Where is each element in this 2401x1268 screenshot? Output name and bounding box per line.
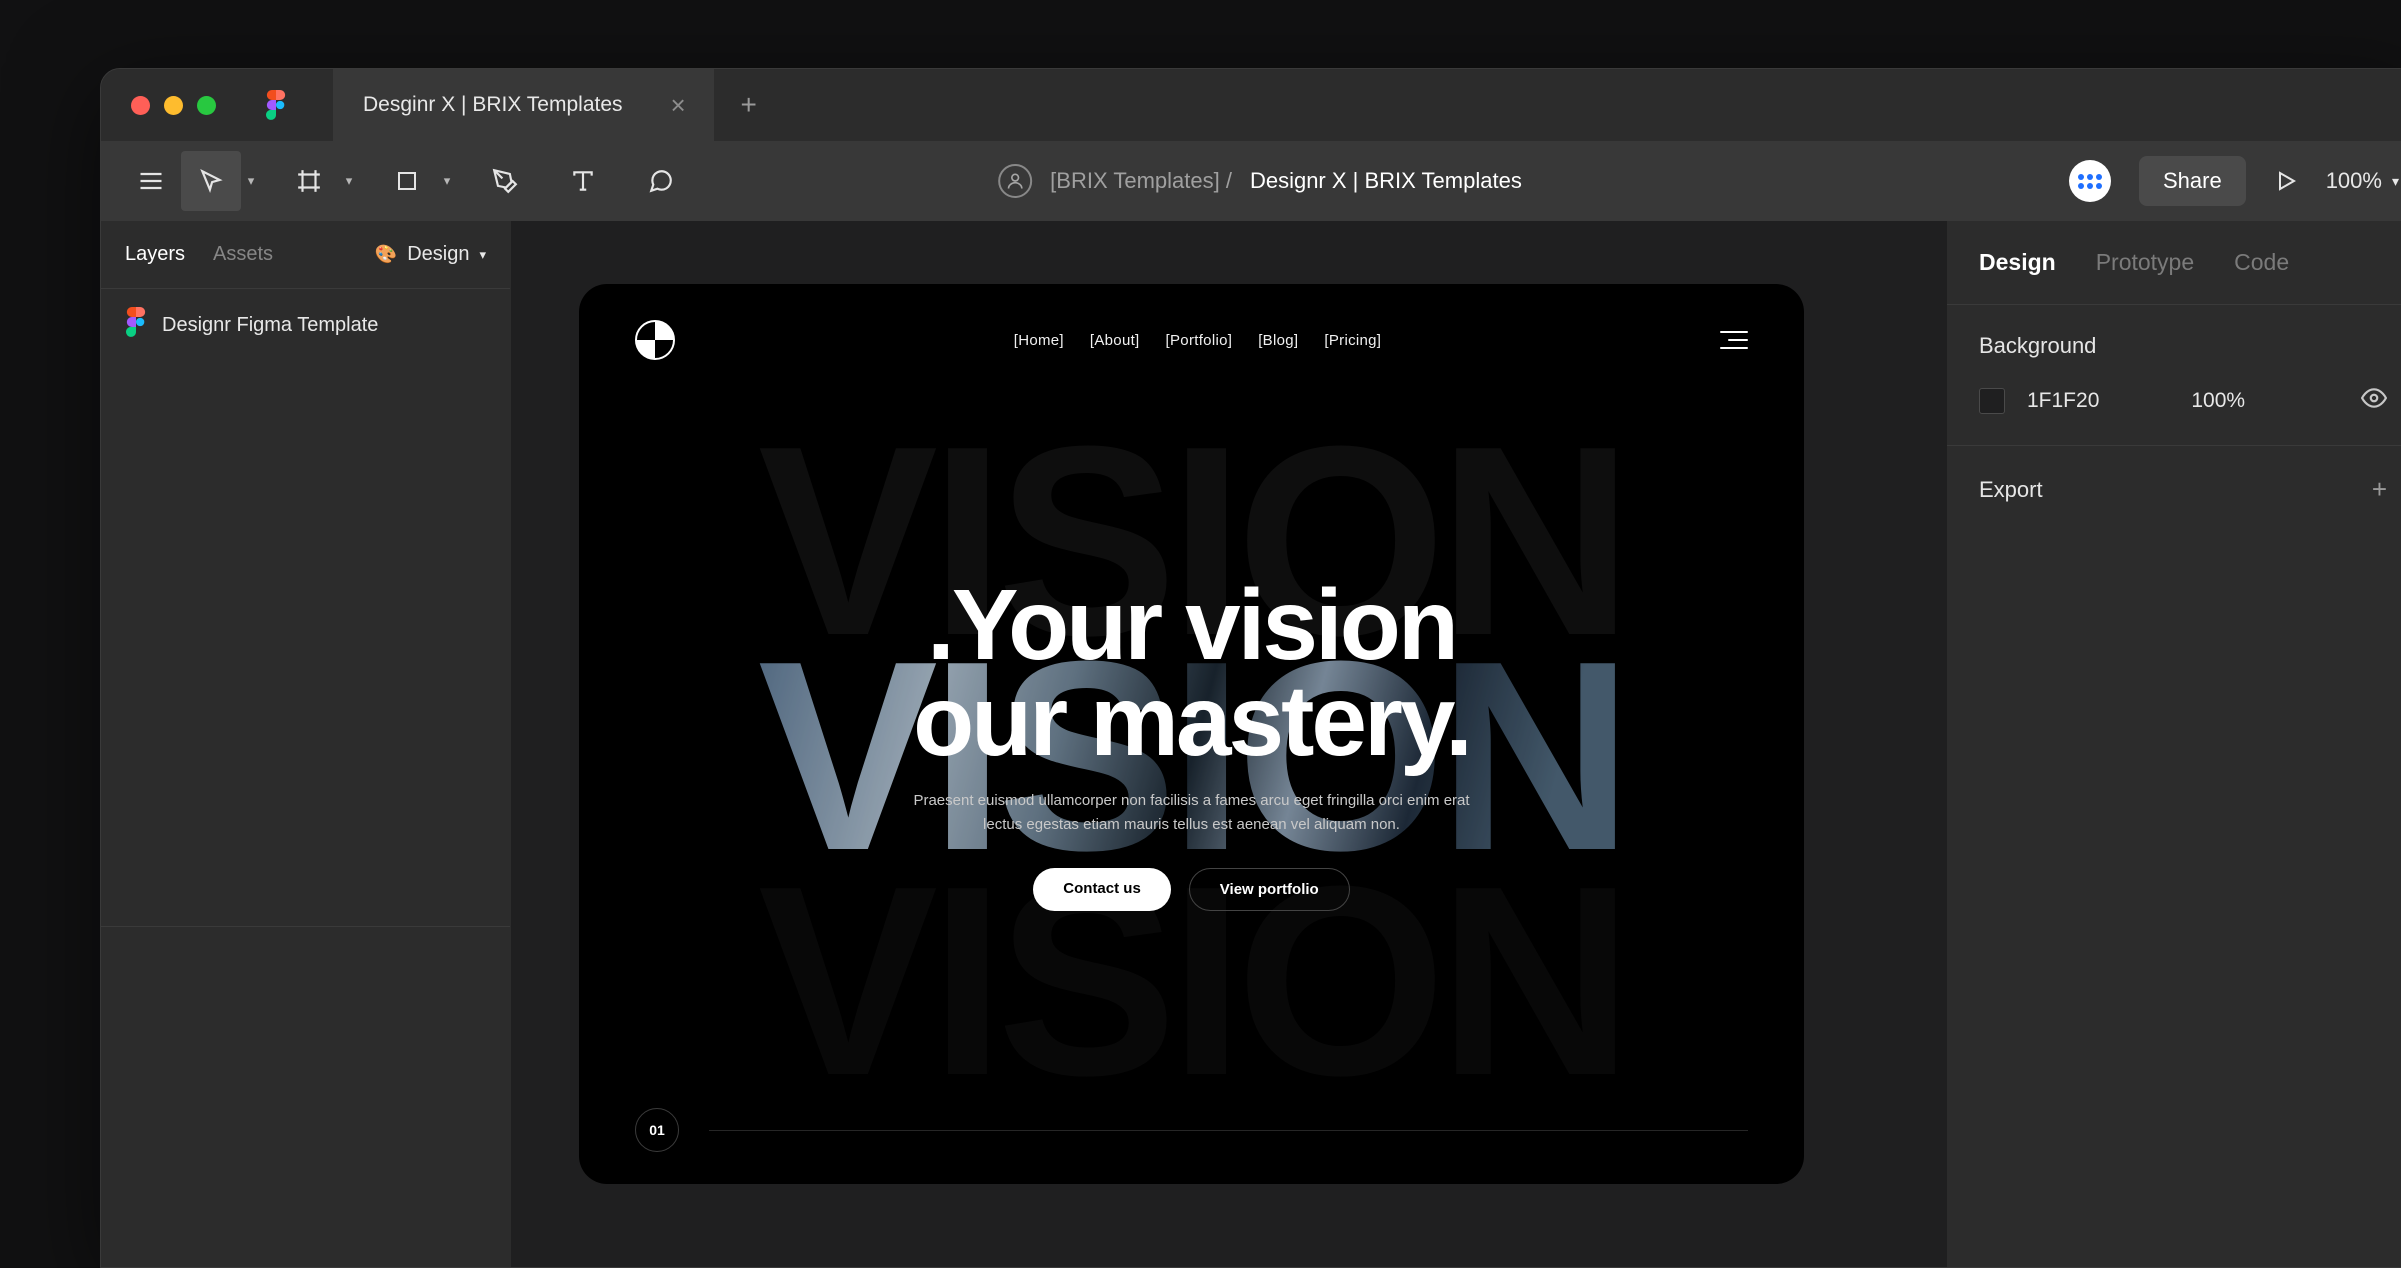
page-dropdown[interactable]: 🎨 Design ▾ [375,243,486,266]
frame-tool[interactable] [279,151,339,211]
chevron-down-icon: ▾ [479,247,486,263]
hero-title-line2: our mastery. [913,673,1470,769]
right-panel-tabs: Design Prototype Code [1947,221,2401,305]
file-tab-title: Desginr X | BRIX Templates [363,93,623,117]
left-panel-tabs: Layers Assets 🎨 Design ▾ [101,221,510,289]
project-name: [BRIX Templates] / [1050,168,1232,194]
new-tab-button[interactable]: + [714,69,784,141]
main-area: Layers Assets 🎨 Design ▾ Designr Figma T… [101,221,2401,1267]
zoom-dropdown[interactable]: 100% ▾ [2326,168,2399,194]
toolbar-left: ▾ ▾ ▾ [121,151,691,211]
panel-divider [101,926,510,927]
background-color-row: 1F1F20 100% [1979,385,2387,417]
figma-logo-icon[interactable] [261,90,291,120]
color-swatch[interactable] [1979,388,2005,414]
hero-title: .Your vision our mastery. [913,577,1470,769]
toolbar-right: Share 100% ▾ [2069,156,2399,206]
close-tab-icon[interactable]: × [671,92,686,118]
owner-avatar-icon [998,164,1032,198]
background-section: Background 1F1F20 100% [1947,305,2401,446]
visibility-toggle-icon[interactable] [2361,385,2387,417]
hero: .Your vision our mastery. Praesent euism… [579,304,1804,1184]
share-button[interactable]: Share [2139,156,2246,206]
move-tool-caret[interactable]: ▾ [241,151,261,211]
hero-subtitle: Praesent euismod ullamcorper non facilis… [907,789,1477,836]
cta-portfolio-button[interactable]: View portfolio [1189,868,1350,911]
text-tool[interactable] [553,151,613,211]
color-hex[interactable]: 1F1F20 [2027,389,2099,413]
layers-list: Designr Figma Template [101,289,510,1267]
present-button[interactable] [2274,169,2298,193]
tab-design[interactable]: Design [1979,249,2056,276]
palette-icon: 🎨 [375,244,397,265]
toolbar-title[interactable]: [BRIX Templates] / Designr X | BRIX Templ… [998,164,1522,198]
slide-track [709,1130,1748,1131]
shape-tool-caret[interactable]: ▾ [437,151,457,211]
tab-assets[interactable]: Assets [213,243,273,266]
figma-file-icon [125,307,147,343]
cta-contact-button[interactable]: Contact us [1033,868,1171,911]
add-export-button[interactable]: + [2372,474,2387,505]
toolbar: ▾ ▾ ▾ [101,141,2401,221]
export-section: Export + [1947,446,2401,533]
main-menu-button[interactable] [121,151,181,211]
tab-strip: Desginr X | BRIX Templates × + [333,69,784,141]
move-tool[interactable] [181,151,241,211]
layer-row[interactable]: Designr Figma Template [101,289,510,361]
chevron-down-icon: ▾ [2392,173,2399,190]
slide-indicator: 01 [635,1108,679,1152]
user-avatar[interactable] [2069,160,2111,202]
tab-prototype[interactable]: Prototype [2096,249,2194,276]
figma-window: Desginr X | BRIX Templates × + ▾ ▾ [100,68,2401,1268]
titlebar: Desginr X | BRIX Templates × + [101,69,2401,141]
hero-title-line1: .Your vision [913,577,1470,673]
page-dropdown-label: Design [407,243,469,266]
color-opacity[interactable]: 100% [2191,389,2245,413]
window-minimize[interactable] [164,96,183,115]
file-name: Designr X | BRIX Templates [1250,168,1522,194]
zoom-value: 100% [2326,168,2382,194]
layer-name: Designr Figma Template [162,314,378,337]
comment-tool[interactable] [631,151,691,211]
window-maximize[interactable] [197,96,216,115]
hero-cta-row: Contact us View portfolio [1033,868,1349,911]
background-title: Background [1979,333,2387,359]
pen-tool[interactable] [475,151,535,211]
shape-tool[interactable] [377,151,437,211]
window-close[interactable] [131,96,150,115]
tab-code[interactable]: Code [2234,249,2289,276]
window-controls [101,96,216,115]
file-tab[interactable]: Desginr X | BRIX Templates × [333,69,714,141]
export-title: Export [1979,477,2043,503]
left-panel: Layers Assets 🎨 Design ▾ Designr Figma T… [101,221,511,1267]
frame-tool-caret[interactable]: ▾ [339,151,359,211]
slide-indicator-row: 01 [635,1108,1748,1152]
artboard[interactable]: [Home] [About] [Portfolio] [Blog] [Prici… [579,284,1804,1184]
tab-layers[interactable]: Layers [125,243,185,266]
canvas[interactable]: [Home] [About] [Portfolio] [Blog] [Prici… [511,221,1947,1267]
right-panel: Design Prototype Code Background 1F1F20 … [1947,221,2401,1267]
